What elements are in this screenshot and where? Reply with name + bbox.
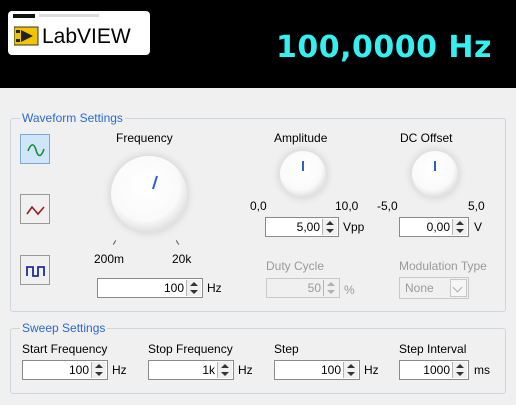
- stop-frequency-unit: Hz: [238, 363, 253, 377]
- amplitude-label: Amplitude: [274, 131, 328, 145]
- step-interval-label: Step Interval: [399, 342, 467, 356]
- dc-offset-unit: V: [474, 220, 483, 234]
- sine-wave-icon: [27, 144, 45, 157]
- frequency-spinner[interactable]: [186, 280, 201, 296]
- modulation-type-value: None: [405, 281, 434, 295]
- duty-cycle-spinner[interactable]: [323, 280, 338, 296]
- frequency-max-label: 20k: [172, 252, 192, 266]
- step-interval-input[interactable]: 1000: [399, 360, 469, 380]
- step-interval-unit: ms: [474, 363, 490, 377]
- dc-offset-value: 0,00: [426, 220, 450, 234]
- step-spinner[interactable]: [343, 362, 358, 378]
- start-frequency-label: Start Frequency: [22, 342, 108, 356]
- modulation-type-label: Modulation Type: [399, 259, 487, 273]
- start-frequency-spinner[interactable]: [91, 362, 106, 378]
- chevron-down-icon[interactable]: [450, 279, 467, 297]
- step-value: 100: [320, 363, 341, 377]
- labview-logo-icon: [14, 26, 39, 46]
- amplitude-min-label: 0,0: [250, 199, 267, 213]
- duty-cycle-label: Duty Cycle: [266, 259, 325, 273]
- step-interval-spinner[interactable]: [452, 362, 467, 378]
- dc-offset-spinner[interactable]: [452, 219, 467, 235]
- frequency-knob[interactable]: [111, 156, 187, 232]
- duty-cycle-value: 50: [307, 281, 321, 295]
- start-frequency-input[interactable]: 100: [22, 360, 108, 380]
- duty-cycle-input[interactable]: 50: [266, 278, 340, 298]
- step-interval-value: 1000: [423, 363, 450, 377]
- amplitude-max-label: 10,0: [335, 199, 359, 213]
- step-input[interactable]: 100: [274, 360, 360, 380]
- amplitude-unit: Vpp: [343, 220, 365, 234]
- stop-frequency-input[interactable]: 1k: [148, 360, 234, 380]
- labview-logo: LabVIEW: [8, 11, 150, 55]
- amplitude-input[interactable]: 5,00: [265, 217, 339, 237]
- frequency-min-label: 200m: [94, 252, 125, 266]
- frequency-label: Frequency: [116, 131, 173, 145]
- frequency-unit: Hz: [207, 281, 222, 295]
- duty-cycle-unit: %: [344, 283, 355, 297]
- square-wave-button[interactable]: [20, 255, 50, 285]
- square-wave-icon: [26, 266, 45, 277]
- step-unit: Hz: [364, 363, 379, 377]
- start-frequency-unit: Hz: [112, 363, 127, 377]
- amplitude-value: 5,00: [296, 220, 320, 234]
- frequency-input[interactable]: 100: [97, 278, 203, 298]
- frequency-value: 100: [163, 281, 184, 295]
- triangle-wave-button[interactable]: [20, 194, 50, 224]
- amplitude-spinner[interactable]: [322, 219, 337, 235]
- dc-offset-label: DC Offset: [400, 131, 453, 145]
- frequency-readout: 100,0000 Hz: [275, 30, 492, 65]
- modulation-type-select[interactable]: None: [399, 277, 469, 299]
- step-label: Step: [274, 342, 299, 356]
- dc-offset-knob[interactable]: [412, 151, 458, 197]
- sine-wave-button[interactable]: [20, 134, 50, 164]
- amplitude-knob-pointer: [302, 161, 304, 171]
- stop-frequency-label: Stop Frequency: [148, 342, 233, 356]
- amplitude-knob[interactable]: [280, 151, 326, 197]
- dc-offset-min-label: -5,0: [377, 199, 398, 213]
- header-bar: LabVIEW 100,0000 Hz: [0, 0, 516, 88]
- triangle-wave-icon: [26, 205, 45, 216]
- waveform-settings-title: Waveform Settings: [20, 111, 125, 125]
- sweep-settings-title: Sweep Settings: [20, 321, 108, 335]
- dc-offset-max-label: 5,0: [468, 199, 485, 213]
- dc-offset-input[interactable]: 0,00: [399, 217, 469, 237]
- logo-text: LabVIEW: [42, 25, 131, 48]
- start-frequency-value: 100: [68, 363, 89, 377]
- stop-frequency-value: 1k: [202, 363, 215, 377]
- stop-frequency-spinner[interactable]: [217, 362, 232, 378]
- frequency-knob-pointer: [152, 175, 158, 190]
- dc-offset-knob-pointer: [434, 161, 436, 171]
